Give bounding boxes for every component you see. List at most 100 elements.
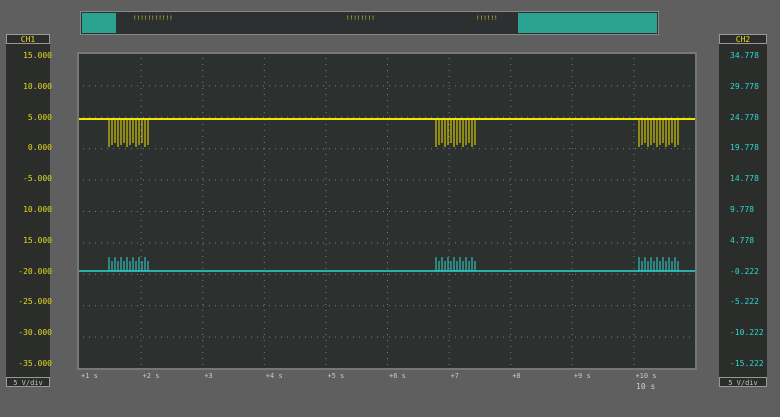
grid-dot bbox=[659, 305, 660, 307]
grid-dot bbox=[227, 305, 228, 307]
ch1-label[interactable]: CH1 bbox=[6, 34, 50, 44]
ch2-scale[interactable]: 5 V/div bbox=[719, 377, 767, 387]
grid-dot bbox=[407, 336, 408, 338]
grid-dot bbox=[611, 336, 612, 338]
grid-dot bbox=[653, 336, 654, 338]
grid-dot bbox=[119, 273, 120, 275]
grid-dot bbox=[510, 250, 512, 251]
waveform-display[interactable] bbox=[77, 52, 697, 370]
grid-dot bbox=[425, 242, 426, 244]
grid-dot bbox=[569, 116, 570, 118]
timebase-label: 10 s bbox=[636, 382, 656, 391]
grid-dot bbox=[323, 116, 324, 118]
grid-dot bbox=[137, 148, 138, 150]
grid-dot bbox=[467, 116, 468, 118]
grid-dot bbox=[633, 274, 635, 275]
grid-dot bbox=[665, 85, 666, 87]
grid-dot bbox=[263, 232, 265, 233]
grid-dot bbox=[395, 148, 396, 150]
grid-dot bbox=[633, 88, 635, 89]
grid-dot bbox=[571, 316, 573, 317]
grid-dot bbox=[473, 85, 474, 87]
grid-dot bbox=[545, 116, 546, 118]
grid-dot bbox=[510, 160, 512, 161]
grid-dot bbox=[510, 148, 512, 149]
grid-dot bbox=[167, 148, 168, 150]
grid-dot bbox=[641, 85, 642, 87]
grid-dot bbox=[575, 336, 576, 338]
time-tick: +7 bbox=[450, 372, 460, 380]
grid-dot bbox=[140, 262, 142, 263]
grid-dot bbox=[335, 273, 336, 275]
grid-dot bbox=[167, 242, 168, 244]
grid-dot bbox=[140, 208, 142, 209]
grid-dot bbox=[571, 256, 573, 257]
grid-dot bbox=[605, 273, 606, 275]
grid-dot bbox=[633, 106, 635, 107]
grid-dot bbox=[191, 242, 192, 244]
ch2-label[interactable]: CH2 bbox=[719, 34, 767, 44]
grid-dot bbox=[325, 166, 327, 167]
grid-dot bbox=[353, 242, 354, 244]
grid-dot bbox=[647, 273, 648, 275]
grid-dot bbox=[467, 148, 468, 150]
grid-dot bbox=[263, 106, 265, 107]
grid-dot bbox=[431, 242, 432, 244]
ch1-scale[interactable]: 5 V/div bbox=[6, 377, 50, 387]
grid-dot bbox=[83, 148, 84, 150]
grid-dot bbox=[449, 85, 450, 87]
grid-dot bbox=[539, 273, 540, 275]
grid-dot bbox=[161, 148, 162, 150]
grid-dot bbox=[329, 211, 330, 212]
grid-dot bbox=[551, 336, 552, 338]
grid-dot bbox=[251, 116, 252, 118]
ch2-tick: -10.222 bbox=[730, 328, 764, 338]
grid-dot bbox=[245, 305, 246, 307]
grid-dot bbox=[683, 116, 684, 118]
grid-dot bbox=[179, 305, 180, 307]
grid-dot bbox=[325, 196, 327, 197]
grid-dot bbox=[287, 211, 288, 212]
grid-dot bbox=[671, 273, 672, 275]
grid-dot bbox=[387, 340, 388, 341]
grid-dot bbox=[317, 211, 318, 212]
grid-dot bbox=[611, 242, 612, 244]
grid-dot bbox=[325, 208, 327, 209]
grid-dot bbox=[510, 292, 512, 293]
grid-dot bbox=[569, 305, 570, 307]
grid-dot bbox=[227, 179, 228, 181]
grid-dot bbox=[202, 208, 204, 209]
grid-dot bbox=[557, 85, 558, 87]
grid-dot bbox=[611, 85, 612, 87]
grid-dot bbox=[95, 242, 96, 244]
grid-dot bbox=[633, 346, 635, 347]
grid-dot bbox=[461, 242, 462, 244]
grid-dot bbox=[503, 305, 504, 307]
grid-dot bbox=[617, 273, 618, 275]
top-status-bar: !!!!!!!!!!! !!!!!!!! !!!!!! bbox=[80, 11, 659, 35]
grid-dot bbox=[233, 336, 234, 338]
grid-dot bbox=[448, 106, 450, 107]
grid-dot bbox=[605, 242, 606, 244]
grid-dot bbox=[143, 273, 144, 275]
grid-dot bbox=[263, 172, 265, 173]
grid-dot bbox=[263, 256, 265, 257]
grid-dot bbox=[387, 304, 388, 305]
grid-dot bbox=[325, 298, 327, 299]
grid-dot bbox=[387, 124, 388, 125]
grid-dot bbox=[571, 88, 573, 89]
grid-dot bbox=[387, 232, 388, 233]
grid-dot bbox=[407, 211, 408, 212]
grid-dot bbox=[387, 334, 388, 335]
grid-dot bbox=[437, 116, 438, 118]
grid-dot bbox=[287, 116, 288, 118]
grid-dot bbox=[623, 85, 624, 87]
grid-dot bbox=[387, 100, 388, 101]
grid-dot bbox=[611, 179, 612, 181]
grid-dot bbox=[665, 305, 666, 307]
grid-dot bbox=[325, 310, 327, 311]
grid-dot bbox=[371, 116, 372, 118]
grid-dot bbox=[461, 273, 462, 275]
grid-dot bbox=[325, 64, 327, 65]
grid-dot bbox=[641, 305, 642, 307]
